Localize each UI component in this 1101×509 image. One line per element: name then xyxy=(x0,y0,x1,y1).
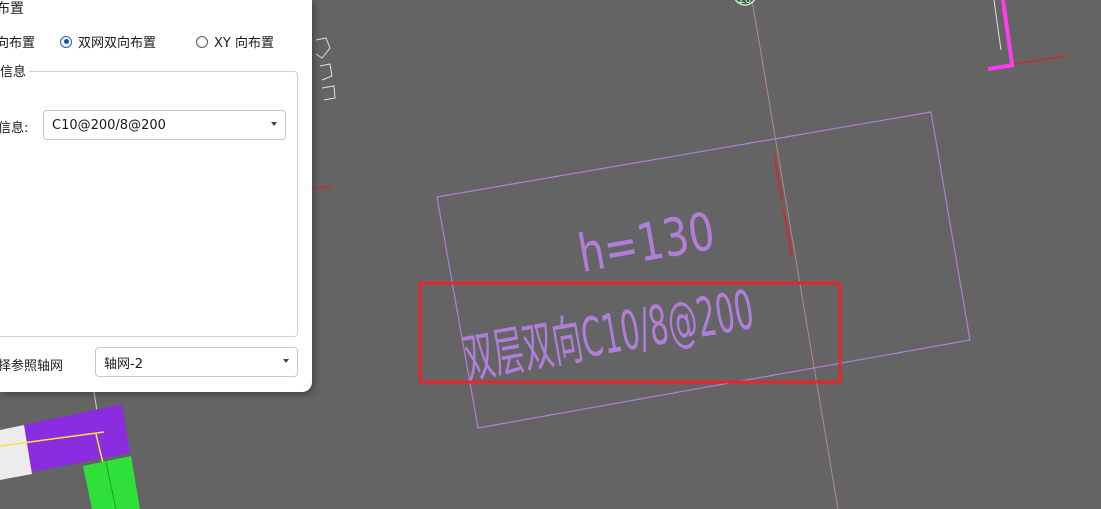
axis-reference-select[interactable]: 轴网-2 xyxy=(95,347,298,377)
radio-xy-label: XY 向布置 xyxy=(214,36,274,51)
chevron-down-icon xyxy=(271,122,277,126)
radio-double-net-label: 双网双向布置 xyxy=(78,36,157,51)
rebar-info-label: 信息: xyxy=(0,121,29,136)
slab-rebar-panel: 布置 向布置 双网双向布置 XY 向布置 信息 信息: C10@200/8@20… xyxy=(0,0,312,392)
axis-line xyxy=(751,0,839,509)
wall-tick-upper xyxy=(773,153,783,201)
beam-white-line xyxy=(993,0,1002,51)
panel-title: 布置 xyxy=(0,1,24,17)
slab-rebar-text: 双层双向C10/8@200 xyxy=(460,280,759,392)
layout-mode-radio-group: 向布置 双网双向布置 XY 向布置 xyxy=(0,32,312,52)
slab-thickness-text: h=130 xyxy=(574,201,719,284)
beam-magenta-vertical xyxy=(1001,0,1014,65)
radio-single-direction-label: 向布置 xyxy=(0,36,36,51)
rebar-info-group-legend: 信息 xyxy=(0,61,30,80)
axis-bubble-label: 20 xyxy=(739,0,751,6)
radio-checked-icon[interactable] xyxy=(60,35,72,48)
column-green xyxy=(83,456,140,509)
beam-red-line xyxy=(1013,55,1067,65)
radio-xy-direction[interactable]: XY 向布置 xyxy=(196,32,274,51)
radio-unchecked-icon[interactable] xyxy=(196,35,208,48)
axis-reference-select-value: 轴网-2 xyxy=(104,356,143,372)
radio-double-net-double-direction[interactable]: 双网双向布置 xyxy=(60,32,156,51)
beam-magenta-horizontal xyxy=(987,63,1015,71)
chevron-down-icon xyxy=(283,359,289,363)
rebar-info-select[interactable]: C10@200/8@200 xyxy=(43,110,286,140)
radio-single-direction[interactable]: 向布置 xyxy=(0,32,35,51)
wall-tick-left xyxy=(313,185,332,190)
axis-reference-label: 择参照轴网 xyxy=(0,359,64,374)
rebar-info-select-value: C10@200/8@200 xyxy=(52,117,166,133)
cad-text-fragment xyxy=(315,37,336,101)
